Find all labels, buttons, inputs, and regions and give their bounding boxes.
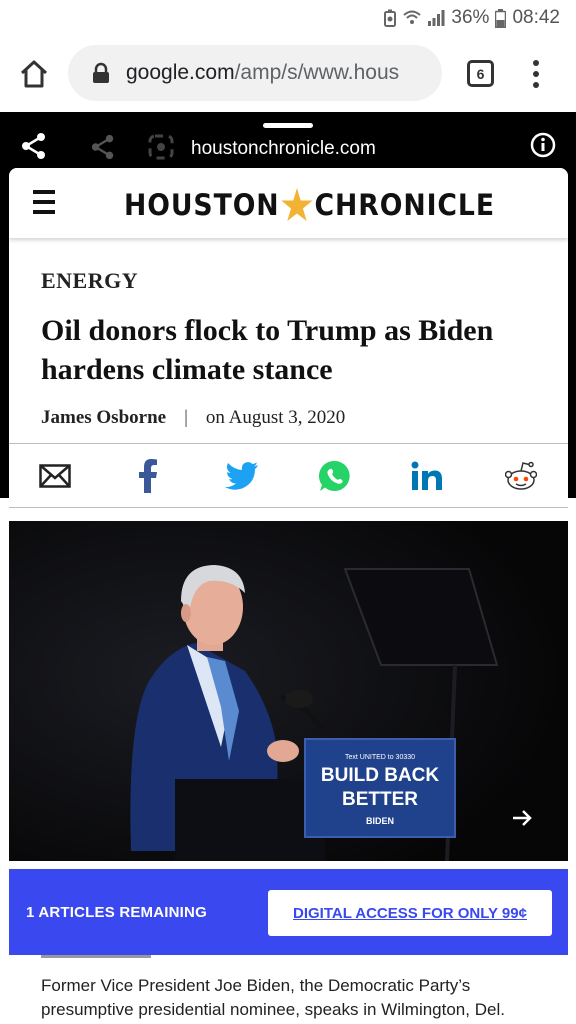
info-icon[interactable] (530, 132, 556, 158)
lens-faded-icon (148, 134, 174, 160)
battery-percent: 36% (451, 7, 490, 28)
sign-line-2: BETTER (342, 789, 418, 810)
address-bar[interactable]: google.com/amp/s/www.hous (68, 45, 442, 101)
reddit-icon[interactable] (505, 458, 537, 494)
subscribe-button[interactable]: DIGITAL ACCESS FOR ONLY 99¢ (268, 890, 552, 936)
biden-photo: Text UNITED to 30330 BUILD BACK BETTER B… (9, 521, 568, 861)
facebook-icon[interactable] (139, 458, 157, 494)
twitter-icon[interactable] (225, 458, 259, 494)
section-label[interactable]: ENERGY (41, 268, 541, 294)
sign-brand: BIDEN (366, 816, 394, 826)
browser-toolbar: google.com/amp/s/www.hous 6 (0, 36, 576, 112)
sign-small-text: Text UNITED to 30330 (345, 754, 415, 761)
sign-line-1: BUILD BACK (321, 765, 439, 786)
drag-handle[interactable] (263, 123, 313, 128)
clock: 08:42 (512, 7, 560, 28)
share-bar (9, 443, 568, 508)
articles-remaining: 1 ARTICLES REMAINING (26, 904, 207, 921)
headline: Oil donors flock to Trump as Biden harde… (41, 314, 494, 386)
share-faded-icon (91, 134, 114, 160)
tab-switcher-button[interactable]: 6 (467, 60, 494, 87)
hamburger-menu-icon[interactable] (33, 190, 55, 214)
article-meta: ENERGY Oil donors flock to Trump as Bide… (41, 268, 541, 429)
star-icon (281, 188, 313, 221)
battery-icon (495, 8, 507, 28)
amp-domain: houstonchronicle.com (191, 138, 376, 159)
byline: James Osborne | on August 3, 2020 (41, 407, 541, 429)
site-logo[interactable]: HOUSTON CHRONICLE (124, 185, 495, 225)
byline-separator: | (184, 407, 188, 428)
author-name[interactable]: James Osborne (41, 407, 166, 429)
signal-icon (427, 9, 445, 27)
status-bar: 36% 08:42 (0, 0, 576, 36)
photo-caption: Former Vice President Joe Biden, the Dem… (41, 976, 505, 1019)
site-header: HOUSTON CHRONICLE (9, 168, 568, 238)
email-icon[interactable] (39, 458, 71, 494)
battery-saver-icon (383, 9, 397, 27)
lock-icon (93, 62, 109, 83)
next-arrow-icon[interactable] (511, 807, 533, 829)
article-photo[interactable]: Text UNITED to 30330 BUILD BACK BETTER B… (9, 521, 568, 861)
url-text: google.com/amp/s/www.hous (126, 61, 400, 84)
home-icon[interactable] (18, 58, 50, 90)
overflow-menu-icon[interactable] (528, 56, 544, 92)
linkedin-icon[interactable] (411, 458, 443, 494)
wifi-icon (403, 9, 422, 27)
paywall-banner: 1 ARTICLES REMAINING DIGITAL ACCESS FOR … (9, 869, 568, 955)
share-icon[interactable] (20, 132, 48, 160)
publish-date: on August 3, 2020 (205, 407, 346, 428)
whatsapp-icon[interactable] (319, 458, 351, 494)
